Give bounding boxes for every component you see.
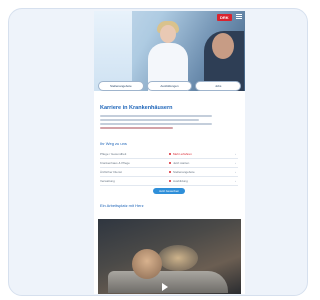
dot-icon (169, 162, 171, 164)
hamburger-icon[interactable] (236, 14, 242, 20)
chevron-right-icon: › (235, 161, 236, 165)
video-patient (132, 249, 162, 279)
hero-button-row: Stellenangebote Ausbildungen Jobs (98, 81, 242, 91)
table-cell-text: Ärztlicher Dienst (100, 170, 122, 174)
table-cell-left: Pflege / Gesundheit (100, 152, 169, 156)
table-cell-left: Ärztlicher Dienst (100, 170, 169, 174)
cta-button[interactable]: Jetzt bewerben (153, 188, 185, 194)
chevron-right-icon: › (235, 179, 236, 183)
table-row[interactable]: Verwaltung Ausbildung › (100, 177, 238, 186)
table-cell-left: Verwaltung (100, 179, 169, 183)
link-table: Pflege / Gesundheit Mehr erfahren › Krank… (100, 150, 238, 186)
hero-button-1[interactable]: Ausbildungen (146, 81, 193, 91)
chevron-right-icon: › (235, 152, 236, 156)
table-link-text[interactable]: Mehr erfahren (173, 152, 192, 156)
hero-patient-face (212, 33, 234, 59)
table-link-text[interactable]: Stellenangebote (173, 170, 195, 174)
table-cell-right[interactable]: Stellenangebote › (169, 170, 238, 174)
table-row[interactable]: Pflege / Gesundheit Mehr erfahren › (100, 150, 238, 159)
preview-card: DRK Stellenangebote Ausbildungen Jobs Ka… (8, 8, 308, 296)
table-cell-text: Verwaltung (100, 179, 115, 183)
dot-icon (169, 153, 171, 155)
play-icon[interactable] (162, 283, 168, 291)
page-headline: Karriere in Krankenhäusern (100, 105, 173, 111)
table-link-text[interactable]: Jetzt starten (173, 161, 189, 165)
table-cell-right[interactable]: Jetzt starten › (169, 161, 238, 165)
table-cell-right[interactable]: Ausbildung › (169, 179, 238, 183)
dot-icon (169, 171, 171, 173)
intro-line-highlight (100, 127, 173, 129)
hero-button-0[interactable]: Stellenangebote (98, 81, 144, 91)
mobile-page-preview: DRK Stellenangebote Ausbildungen Jobs Ka… (94, 11, 245, 294)
intro-line (100, 115, 212, 117)
subsection-title: Ein Arbeitsplatz mit Herz (100, 203, 144, 208)
hero-image: DRK Stellenangebote Ausbildungen Jobs (94, 11, 245, 91)
hero-window (94, 11, 132, 91)
video-hospital-bed (108, 271, 228, 293)
chevron-right-icon: › (235, 170, 236, 174)
dot-icon (169, 180, 171, 182)
hero-nurse-face (160, 25, 176, 43)
table-row[interactable]: Ärztlicher Dienst Stellenangebote › (100, 168, 238, 177)
intro-line (100, 119, 199, 121)
brand-logo[interactable]: DRK (217, 14, 232, 21)
hero-button-2[interactable]: Jobs (195, 81, 242, 91)
video-lamp-glow (158, 245, 198, 271)
section-title: Ihr Weg zu uns (100, 141, 127, 146)
table-link-text[interactable]: Ausbildung (173, 179, 188, 183)
intro-line (100, 123, 212, 125)
table-row[interactable]: Krankenhaus & Pflege Jetzt starten › (100, 159, 238, 168)
table-cell-left: Krankenhaus & Pflege (100, 161, 169, 165)
intro-paragraph (100, 115, 212, 131)
table-cell-text: Pflege / Gesundheit (100, 152, 127, 156)
table-cell-right[interactable]: Mehr erfahren › (169, 152, 238, 156)
video-thumbnail[interactable] (98, 219, 241, 294)
table-cell-text: Krankenhaus & Pflege (100, 161, 130, 165)
